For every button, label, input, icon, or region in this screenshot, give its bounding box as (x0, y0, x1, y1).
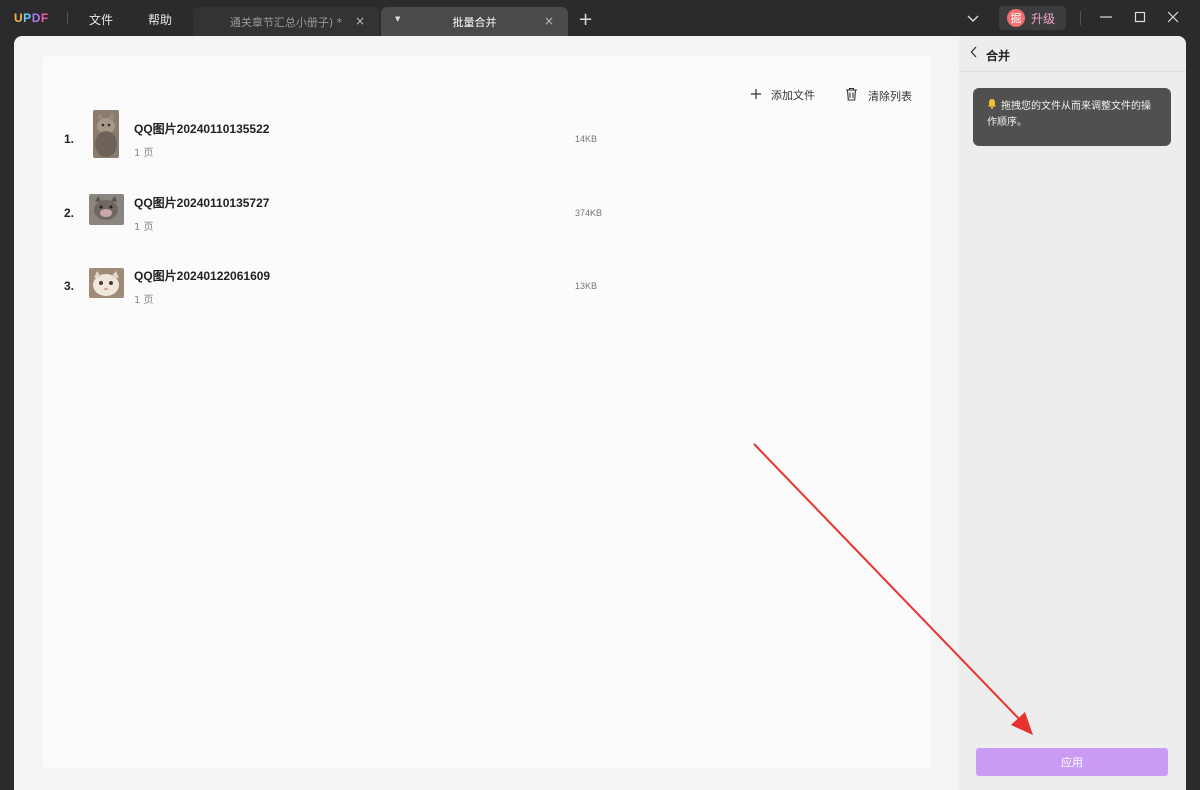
bell-icon (987, 98, 997, 115)
tab-batch-merge-title: 批量合并 (452, 15, 497, 29)
merge-settings-panel: 合并 拖拽您的文件从而来调整文件的操作顺序。 应用 (959, 36, 1186, 790)
close-window-icon[interactable] (1166, 10, 1180, 28)
title-bar: UPDF 文件 帮助 通关章节汇总小册子) * × ▼ 批量合并 × + 掘 升… (0, 0, 1200, 36)
add-files-label: 添加文件 (771, 89, 815, 102)
item-index: 1. (64, 132, 75, 146)
file-name: QQ图片20240122061609 (134, 269, 271, 283)
file-size: 13KB (575, 281, 598, 291)
tab-document[interactable]: 通关章节汇总小册子) * × (193, 7, 379, 36)
add-files-button[interactable]: 添加文件 (751, 87, 815, 103)
clear-list-label: 清除列表 (868, 89, 912, 103)
plus-icon (751, 88, 761, 102)
file-thumbnail (93, 110, 119, 158)
back-icon[interactable] (970, 46, 978, 61)
file-list-panel: 添加文件 清除列表 1. QQ图片20240110135522 1 页 14KB… (43, 56, 931, 768)
avatar: 掘 (1007, 9, 1025, 27)
file-thumbnail (89, 194, 124, 225)
page-count: 1 页 (134, 295, 154, 306)
close-icon[interactable]: × (355, 14, 365, 28)
menu-file[interactable]: 文件 (89, 11, 113, 28)
close-icon[interactable]: × (544, 14, 554, 28)
file-thumbnail (89, 268, 124, 298)
divider (67, 12, 68, 24)
file-size: 374KB (575, 208, 603, 218)
hint-tooltip: 拖拽您的文件从而来调整文件的操作顺序。 (973, 88, 1171, 146)
file-size: 14KB (575, 134, 598, 144)
item-index: 3. (64, 279, 75, 293)
add-tab-button[interactable]: + (578, 9, 593, 30)
page-count: 1 页 (134, 148, 154, 159)
item-index: 2. (64, 206, 75, 220)
upgrade-label: 升级 (1031, 11, 1056, 26)
upgrade-button[interactable]: 掘 升级 (999, 6, 1066, 30)
divider (1080, 11, 1081, 25)
maximize-icon[interactable] (1134, 11, 1146, 27)
panel-title: 合并 (986, 49, 1011, 63)
file-name: QQ图片20240110135727 (134, 196, 270, 210)
tab-document-title: 通关章节汇总小册子) * (229, 15, 343, 29)
list-item[interactable]: 3. QQ图片20240122061609 1 页 13KB (43, 259, 931, 321)
apply-button[interactable]: 应用 (976, 748, 1168, 776)
hint-text: 拖拽您的文件从而来调整文件的操作顺序。 (987, 101, 1151, 128)
list-item[interactable]: 1. QQ图片20240110135522 1 页 14KB (43, 110, 931, 174)
trash-icon (845, 87, 858, 104)
file-name: QQ图片20240110135522 (134, 122, 270, 136)
tab-batch-merge[interactable]: ▼ 批量合并 × (381, 7, 568, 36)
panel-header: 合并 (959, 36, 1186, 72)
list-item[interactable]: 2. QQ图片20240110135727 1 页 374KB (43, 186, 931, 248)
chevron-down-icon[interactable] (965, 10, 981, 30)
minimize-icon[interactable] (1099, 8, 1113, 28)
merge-workspace: 添加文件 清除列表 1. QQ图片20240110135522 1 页 14KB… (14, 36, 1186, 790)
clear-list-button[interactable]: 清除列表 (845, 87, 912, 104)
menu-help[interactable]: 帮助 (148, 11, 172, 28)
app-logo: UPDF (14, 11, 49, 25)
page-count: 1 页 (134, 222, 154, 233)
